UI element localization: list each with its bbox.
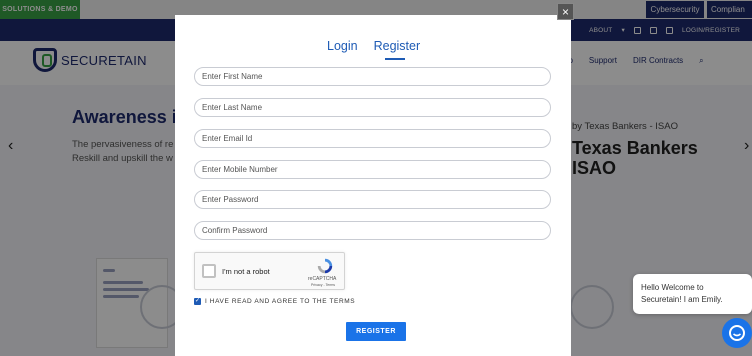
terms-row: ✓ I HAVE READ AND AGREE TO THE TERMS <box>194 298 355 305</box>
email-field[interactable] <box>194 129 551 148</box>
mobile-field[interactable] <box>194 160 551 179</box>
recaptcha-label: I'm not a robot <box>222 267 270 276</box>
chat-icon <box>729 325 745 341</box>
chat-launcher-button[interactable] <box>722 318 752 348</box>
chat-greeting-line2: Securetain! I am Emily. <box>641 295 723 304</box>
confirm-password-field[interactable] <box>194 221 551 240</box>
recaptcha-icon <box>317 258 333 274</box>
close-icon[interactable]: × <box>557 3 574 20</box>
chat-greeting-line1: Hello Welcome to <box>641 283 704 292</box>
chat-greeting[interactable]: Hello Welcome to Securetain! I am Emily. <box>633 274 752 314</box>
tab-register[interactable]: Register <box>374 39 421 53</box>
recaptcha-checkbox[interactable] <box>202 264 216 278</box>
tab-login[interactable]: Login <box>327 39 358 53</box>
recaptcha-brand: reCAPTCHA <box>308 276 337 282</box>
first-name-field[interactable] <box>194 67 551 86</box>
active-tab-indicator <box>385 58 405 60</box>
last-name-field[interactable] <box>194 98 551 117</box>
recaptcha-links[interactable]: Privacy - Terms <box>311 283 335 287</box>
register-button[interactable]: REGISTER <box>346 322 406 341</box>
terms-checkbox[interactable]: ✓ <box>194 298 201 305</box>
auth-tabs: Login Register <box>327 39 420 53</box>
terms-label: I HAVE READ AND AGREE TO THE TERMS <box>205 298 356 305</box>
password-field[interactable] <box>194 190 551 209</box>
recaptcha-widget: I'm not a robot reCAPTCHA Privacy - Term… <box>194 252 345 290</box>
